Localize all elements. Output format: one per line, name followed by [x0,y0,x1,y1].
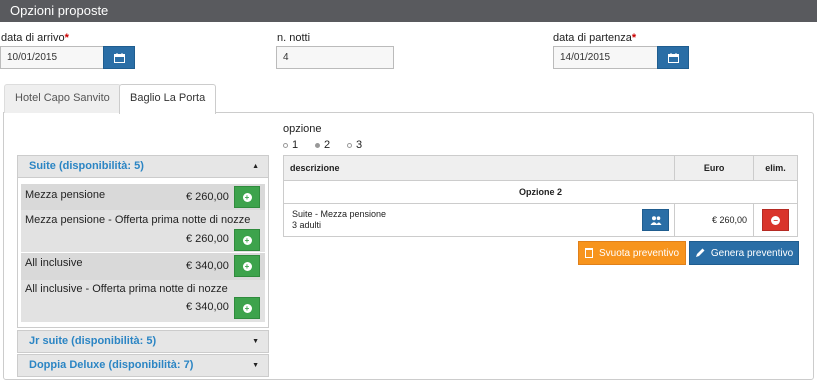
arrival-date-input[interactable]: 10/01/2015 [0,46,104,69]
add-option-button[interactable]: + [234,229,260,251]
accordion-doppia-deluxe-header[interactable]: Doppia Deluxe (disponibilità: 7) ▼ [17,354,269,377]
row-description: Suite - Mezza pensione [292,209,387,219]
calendar-icon [113,52,125,63]
room-option-price: € 260,00 [186,233,229,245]
room-option: Mezza pensione - Offerta prima notte di … [21,210,265,252]
room-option: All inclusive - Offerta prima notte di n… [21,280,265,322]
plus-circle-icon: + [242,303,252,313]
radio-selected-icon [315,142,320,148]
option-radio-1[interactable]: 1 [283,139,298,151]
option-radio-3[interactable]: 3 [347,139,362,151]
caret-down-icon: ▼ [252,338,259,345]
radio-icon [347,142,352,148]
plus-circle-icon: + [242,192,252,202]
room-option-price: € 260,00 [186,191,229,203]
row-description-cell: Suite - Mezza pensione 3 adulti [282,203,676,237]
room-option-name: Mezza pensione - Offerta prima notte di … [25,214,251,226]
accordion-title: Jr suite (disponibilità: 5) [29,335,157,347]
plus-circle-icon: + [242,235,252,245]
table-row: Suite - Mezza pensione 3 adulti € 260,00… [282,203,798,237]
option-group-title: Opzione 2 [283,180,798,204]
column-header-euro: Euro [674,155,755,181]
pencil-icon [695,248,705,257]
nights-label: n. notti [277,32,311,44]
add-option-button[interactable]: + [234,186,260,208]
caret-down-icon: ▼ [252,362,259,369]
delete-row-button[interactable]: − [762,209,790,231]
departure-label: data di partenza* [553,32,637,44]
column-header-elim: elim. [753,155,798,181]
accordion-jr-suite-header[interactable]: Jr suite (disponibilità: 5) ▼ [17,330,269,353]
trash-icon [584,248,593,258]
departure-date-input[interactable]: 14/01/2015 [553,46,658,69]
departure-calendar-button[interactable] [657,46,689,69]
arrival-label: data di arrivo* [1,32,69,44]
radio-icon [283,142,288,148]
quote-table: descrizione Euro elim. Opzione 2 Suite -… [282,155,798,237]
room-option-price: € 340,00 [186,301,229,313]
room-option-name: All inclusive - Offerta prima notte di n… [25,283,228,295]
row-delete-cell: − [753,203,798,237]
minus-circle-icon: − [771,215,781,225]
tab-hotel-capo-sanvito[interactable]: Hotel Capo Sanvito [4,84,121,113]
row-price: € 260,00 [674,203,755,237]
arrival-calendar-button[interactable] [103,46,135,69]
room-option-name: Mezza pensione [25,189,106,201]
tab-baglio-la-porta[interactable]: Baglio La Porta [119,84,217,114]
nights-input[interactable]: 4 [276,46,394,69]
calendar-icon [667,52,679,63]
row-guests: 3 adulti [292,220,322,230]
add-option-button[interactable]: + [234,255,260,277]
page-header: Opzioni proposte [0,0,817,22]
accordion-suite-header[interactable]: Suite (disponibilità: 5) ▲ [17,155,269,178]
room-option: All inclusive € 340,00 + [21,253,265,280]
clear-quote-button[interactable]: Svuota preventivo [578,241,686,265]
accordion-title: Doppia Deluxe (disponibilità: 7) [29,359,194,371]
room-option: Mezza pensione € 260,00 + [21,184,265,210]
users-icon [650,215,661,225]
accordion-title: Suite (disponibilità: 5) [29,160,144,172]
add-option-button[interactable]: + [234,297,260,319]
column-header-descrizione: descrizione [282,155,676,181]
generate-quote-button[interactable]: Genera preventivo [689,241,799,265]
caret-up-icon: ▲ [252,163,259,170]
page-title: Opzioni proposte [10,3,109,18]
option-label: opzione [283,123,322,135]
room-option-price: € 340,00 [186,260,229,272]
guests-button[interactable] [642,209,669,231]
option-radio-2[interactable]: 2 [315,139,330,151]
plus-circle-icon: + [242,261,252,271]
room-option-name: All inclusive [25,257,83,269]
